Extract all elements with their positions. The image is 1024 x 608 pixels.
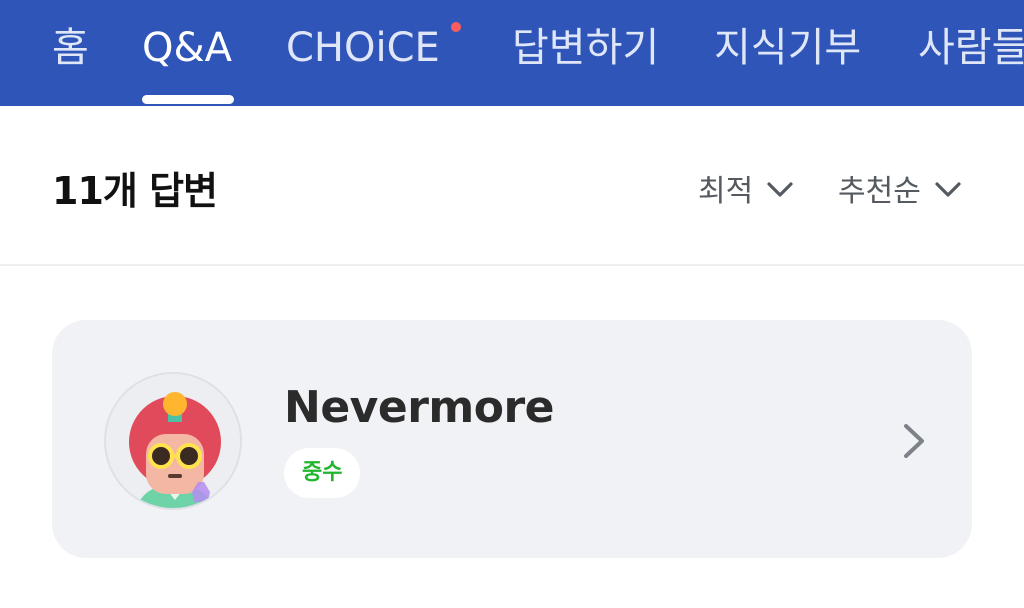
- new-badge-dot: [451, 22, 461, 32]
- tab-answer[interactable]: 답변하기: [512, 22, 659, 82]
- filter-sort-label: 추천순: [838, 174, 921, 209]
- tab-qna[interactable]: Q&A: [142, 22, 232, 82]
- rank-badge: 중수: [284, 448, 361, 498]
- answers-count-title: 11개 답변: [52, 169, 218, 213]
- avatar-illustration: [106, 374, 240, 508]
- top-nav: 홈 Q&A CHOiCE 답변하기 지식기부 사람들: [0, 0, 1024, 106]
- filter-best-label: 최적: [698, 174, 754, 209]
- tab-choice[interactable]: CHOiCE: [286, 22, 440, 82]
- filter-sort-dropdown[interactable]: 추천순: [838, 166, 961, 210]
- answer-author-card[interactable]: Nevermore 중수: [52, 320, 972, 558]
- chevron-right-icon[interactable]: [902, 422, 926, 464]
- chevron-down-icon: [935, 171, 961, 206]
- tab-knowledge-donation[interactable]: 지식기부: [714, 22, 861, 82]
- author-name[interactable]: Nevermore: [284, 382, 555, 433]
- active-tab-indicator: [142, 95, 234, 104]
- tab-home[interactable]: 홈: [52, 22, 89, 82]
- chevron-down-icon: [767, 171, 793, 206]
- filter-best-dropdown[interactable]: 최적: [698, 166, 793, 210]
- avatar: [104, 372, 242, 510]
- tab-people[interactable]: 사람들: [918, 22, 1024, 82]
- answers-header: 11개 답변 최적 추천순: [0, 106, 1024, 266]
- section-divider: [0, 264, 1024, 266]
